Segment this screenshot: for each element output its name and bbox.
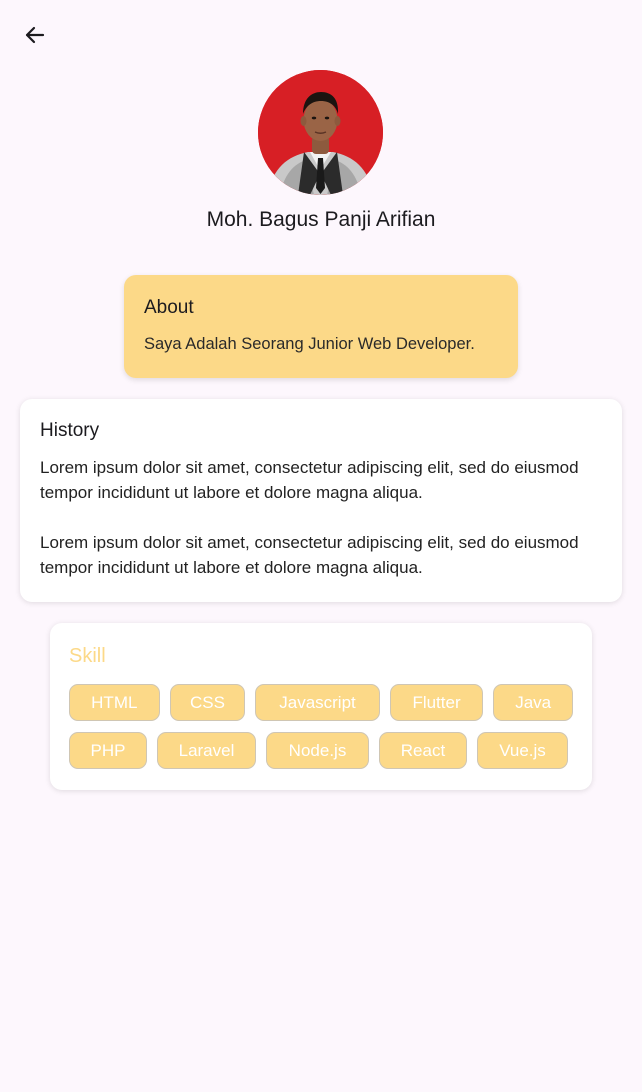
profile-photo [258,70,383,195]
skill-row: PHP Laravel Node.js React Vue.js [69,732,573,769]
about-text: Saya Adalah Seorang Junior Web Developer… [144,335,475,353]
skill-chip-flutter[interactable]: Flutter [389,684,484,721]
history-title: History [40,420,100,441]
skill-chip-css[interactable]: CSS [169,684,246,721]
arrow-left-icon [25,26,45,44]
about-title: About [144,297,194,318]
history-card: History Lorem ipsum dolor sit amet, cons… [20,399,622,602]
skill-chip-javascript[interactable]: Javascript [255,684,380,721]
skill-chip-nodejs[interactable]: Node.js [266,732,369,769]
about-card: About Saya Adalah Seorang Junior Web Dev… [124,275,518,378]
skill-row: HTML CSS Javascript Flutter Java [69,684,573,721]
skill-card: Skill HTML CSS Javascript Flutter Java P… [50,623,592,790]
avatar [258,70,383,195]
skill-chip-vuejs[interactable]: Vue.js [477,732,568,769]
back-button[interactable] [20,20,50,50]
profile-name: Moh. Bagus Panji Arifian [206,208,436,231]
skill-chip-php[interactable]: PHP [69,732,147,769]
history-paragraph: Lorem ipsum dolor sit amet, consectetur … [40,458,579,502]
skill-chip-react[interactable]: React [379,732,467,769]
skill-title: Skill [69,645,106,667]
history-paragraph: Lorem ipsum dolor sit amet, consectetur … [40,533,579,577]
skill-chip-html[interactable]: HTML [69,684,160,721]
skill-chip-laravel[interactable]: Laravel [157,732,256,769]
skill-chip-java[interactable]: Java [493,684,573,721]
